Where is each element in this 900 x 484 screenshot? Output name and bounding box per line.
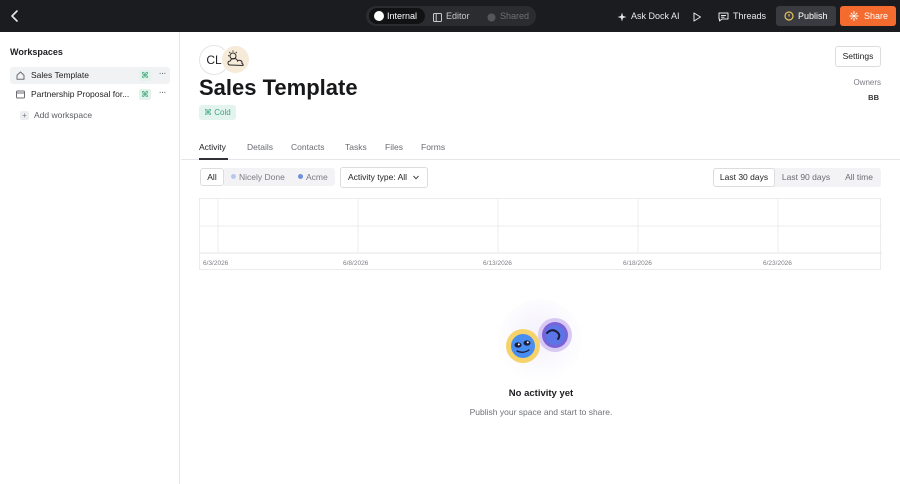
tab-tasks[interactable]: Tasks [345,142,367,152]
mode-internal[interactable]: Internal [369,8,425,24]
filter-all-button[interactable]: All [200,168,224,186]
dot-icon [231,174,236,179]
command-icon[interactable]: ⌘ [139,70,151,81]
tab-activity[interactable]: Activity [199,142,226,152]
owner-initials[interactable]: BB [821,93,879,102]
sparkle-icon [617,12,627,22]
sidebar-title: Workspaces [10,47,63,57]
date-range-toggle: Last 30 days Last 90 days All time [713,168,881,187]
layout-icon [433,13,442,22]
globe-icon [487,13,496,22]
cloud-sun-icon [227,50,244,67]
avatar-group: CL [199,45,259,75]
share-button[interactable]: Share [840,6,896,26]
empty-state-subtitle: Publish your space and start to share. [469,407,613,417]
mode-editor[interactable]: Editor [430,8,480,24]
more-icon[interactable]: ··· [156,69,168,81]
threads-button[interactable]: Threads [718,0,766,32]
sidebar: Workspaces Sales Template ⌘ ··· Partners… [0,32,180,484]
x-tick-label: 6/3/2026 [203,260,229,267]
empty-state-title: No activity yet [508,388,574,399]
status-badge[interactable]: ⌘ Cold [199,105,236,120]
filter-chip-nicely-done[interactable]: Nicely Done [231,168,285,186]
sidebar-item-label: Partnership Proposal for... [31,89,130,99]
active-tab-indicator [199,158,228,160]
plus-icon: + [20,111,29,120]
activity-chart: 6/3/2026 6/8/2026 6/13/2026 6/18/2026 6/23/2… [199,198,882,270]
x-tick-label: 6/8/2026 [343,260,369,267]
command-icon: ⌘ [204,108,215,117]
sidebar-item-label: Sales Template [31,70,89,80]
top-bar: Internal Editor Shared Ask Dock AI Threa… [0,0,900,32]
ask-ai-button[interactable]: Ask Dock AI [617,0,680,32]
sidebar-item-sales-template[interactable]: Sales Template ⌘ ··· [10,67,170,84]
page-title: Sales Template [199,75,358,100]
chevron-down-icon [413,175,419,180]
activity-type-select[interactable]: Activity type: All [340,167,428,188]
chat-icon [718,12,729,22]
view-mode-toggle: Internal Editor Shared [366,6,536,26]
add-workspace-button[interactable]: + Add workspace [20,110,92,120]
publish-status-icon [784,6,794,33]
tab-forms[interactable]: Forms [421,142,445,152]
owners-label: Owners [853,78,881,87]
range-last-90-days[interactable]: Last 90 days [777,168,835,187]
more-icon[interactable]: ··· [156,88,168,100]
activity-chart-svg: 6/3/2026 6/8/2026 6/13/2026 6/18/2026 6/23/2… [200,199,882,267]
publish-button[interactable]: Publish [776,6,836,26]
window-icon [16,90,25,99]
home-icon [16,71,25,80]
tab-files[interactable]: Files [385,142,403,152]
company-logo-avatar[interactable] [221,45,250,74]
main-content: CL Sales Template ⌘ Cold Settings Owners… [181,32,900,484]
range-last-30-days[interactable]: Last 30 days [713,168,775,187]
tab-bar: Activity Details Contacts Tasks Files Fo… [181,136,900,160]
tab-contacts[interactable]: Contacts [291,142,325,152]
x-tick-label: 6/23/2026 [763,260,792,267]
tab-details[interactable]: Details [247,142,273,152]
play-button[interactable] [692,0,706,32]
back-arrow-icon[interactable] [8,8,22,24]
command-icon[interactable]: ⌘ [139,89,151,100]
dot-icon [298,174,303,179]
settings-button[interactable]: Settings [835,46,881,67]
mode-shared[interactable]: Shared [484,8,534,24]
play-icon [693,12,701,22]
share-icon [849,6,859,33]
x-tick-label: 6/18/2026 [623,260,652,267]
range-all-time[interactable]: All time [837,168,881,187]
sidebar-item-partnership-proposal[interactable]: Partnership Proposal for... ⌘ ··· [10,86,170,103]
x-tick-label: 6/13/2026 [483,260,512,267]
contact-filter-group: Nicely Done Acme [224,168,335,186]
empty-state-illustration [497,298,583,384]
circle-icon [374,11,384,21]
filter-chip-acme[interactable]: Acme [298,168,328,186]
